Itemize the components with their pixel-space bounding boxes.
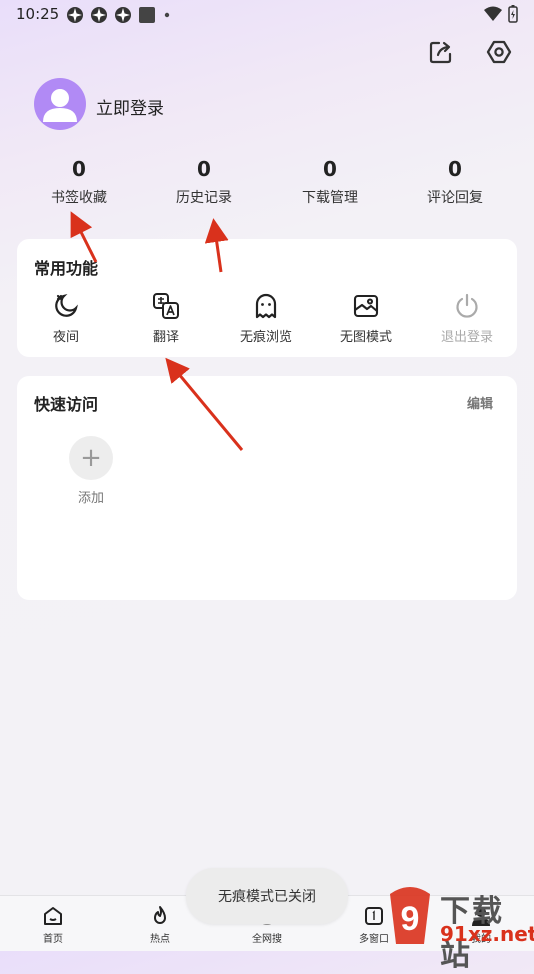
feature-translate[interactable]: 翻译 xyxy=(116,291,216,345)
feature-night-mode[interactable]: 夜间 xyxy=(16,291,116,345)
image-icon xyxy=(351,291,381,321)
status-time: 10:25 xyxy=(16,5,60,23)
status-system-icons xyxy=(484,5,518,23)
stat-value: 0 xyxy=(448,157,462,181)
app-notification-icon xyxy=(139,7,155,23)
stat-value: 0 xyxy=(323,157,337,181)
feature-incognito[interactable]: 无痕浏览 xyxy=(216,291,316,345)
nav-label: 热点 xyxy=(150,934,170,945)
status-bar: 10:25 xyxy=(0,0,534,28)
add-shortcut-button[interactable]: + xyxy=(69,436,113,480)
add-shortcut-label: 添加 xyxy=(77,491,104,506)
wifi-icon xyxy=(484,6,502,21)
notification-icon xyxy=(115,7,131,23)
common-features-title: 常用功能 xyxy=(34,259,99,278)
home-icon xyxy=(41,904,65,928)
settings-icon[interactable] xyxy=(484,37,514,67)
nav-label: 首页 xyxy=(43,934,63,945)
stat-label: 书签收藏 xyxy=(51,190,107,206)
plus-icon: + xyxy=(80,443,102,473)
common-features-card: 常用功能 夜间 翻译 无痕浏览 无图模式 退出登录 xyxy=(17,239,517,357)
power-icon xyxy=(452,291,482,321)
avatar[interactable] xyxy=(34,78,86,130)
feature-no-image-mode[interactable]: 无图模式 xyxy=(316,291,416,345)
stat-value: 0 xyxy=(197,157,211,181)
ghost-icon xyxy=(251,291,281,321)
stat-comments[interactable]: 0 评论回复 xyxy=(395,155,515,207)
nav-home[interactable]: 首页 xyxy=(23,904,83,945)
nav-hot[interactable]: 热点 xyxy=(130,904,190,945)
stats-row: 0 书签收藏 0 历史记录 0 下载管理 0 评论回复 xyxy=(0,155,534,215)
stat-value: 0 xyxy=(72,157,86,181)
quick-access-title: 快速访问 xyxy=(34,395,99,414)
feature-label: 无痕浏览 xyxy=(239,330,292,345)
feature-label: 翻译 xyxy=(152,330,179,345)
feature-logout[interactable]: 退出登录 xyxy=(417,291,517,345)
window-icon xyxy=(362,904,386,928)
stat-label: 历史记录 xyxy=(176,190,232,206)
stat-history[interactable]: 0 历史记录 xyxy=(144,155,264,207)
notification-icon xyxy=(91,7,107,23)
notification-icon xyxy=(67,7,83,23)
stat-downloads[interactable]: 0 下载管理 xyxy=(270,155,390,207)
login-link[interactable]: 立即登录 xyxy=(96,94,164,119)
edit-button[interactable]: 编辑 xyxy=(467,393,493,412)
toast-message: 无痕模式已关闭 xyxy=(186,868,348,924)
feature-label: 夜间 xyxy=(52,330,79,345)
feature-label: 无图模式 xyxy=(339,330,392,345)
svg-text:9: 9 xyxy=(401,900,420,938)
stat-label: 下载管理 xyxy=(302,190,358,206)
flame-icon xyxy=(148,904,172,928)
watermark: 9 下载站 91xz.net xyxy=(384,884,534,973)
more-dot-icon xyxy=(164,12,170,18)
stat-bookmarks[interactable]: 0 书签收藏 xyxy=(19,155,139,207)
translate-icon xyxy=(151,291,181,321)
feature-label: 退出登录 xyxy=(440,330,493,345)
quick-access-card: 快速访问 编辑 + 添加 xyxy=(17,376,517,600)
status-notification-icons xyxy=(66,6,172,24)
stat-label: 评论回复 xyxy=(427,190,483,206)
watermark-url: 91xz.net xyxy=(440,922,534,946)
moon-icon xyxy=(51,291,81,321)
nav-label: 全网搜 xyxy=(252,934,282,945)
watermark-logo-icon: 9 xyxy=(390,887,430,944)
battery-icon xyxy=(508,5,518,23)
share-export-icon[interactable] xyxy=(426,37,456,67)
